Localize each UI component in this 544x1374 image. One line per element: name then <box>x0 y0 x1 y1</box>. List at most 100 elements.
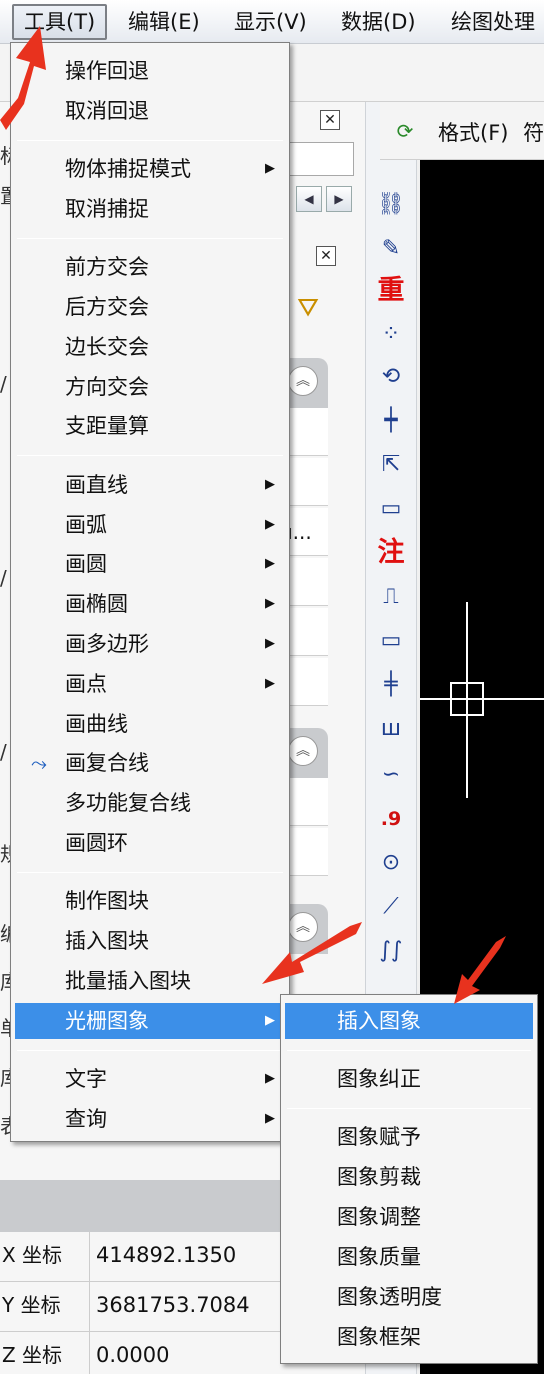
menu-item[interactable]: 图象纠正 <box>285 1061 533 1097</box>
property-value[interactable]: 414892.1350 <box>96 1232 236 1282</box>
property-row: Z 坐标 0.0000 <box>0 1332 280 1374</box>
submenu-arrow-icon: ▶ <box>265 1012 275 1028</box>
submenu-arrow-icon: ▶ <box>265 476 275 492</box>
menu-edit[interactable]: 编辑(E) <box>128 4 200 40</box>
menu-item[interactable]: 图象剪裁 <box>285 1159 533 1195</box>
menu-item[interactable]: 画直线 ▶ <box>15 467 285 503</box>
submenu-arrow-icon: ▶ <box>265 1110 275 1126</box>
link-icon[interactable]: ⛓ <box>374 188 408 222</box>
collapse-icon[interactable]: ︽ <box>288 366 318 396</box>
refresh-icon[interactable]: ⟳ <box>390 116 420 146</box>
menu-item[interactable]: 多功能复合线 <box>15 785 285 821</box>
property-value[interactable]: 0.0000 <box>96 1332 169 1374</box>
menu-data[interactable]: 数据(D) <box>341 4 416 40</box>
menu-item-label: 物体捕捉模式 <box>65 157 191 182</box>
menu-item[interactable]: ⤳ 画复合线 <box>15 745 285 781</box>
collapse-icon[interactable]: ︽ <box>288 912 318 942</box>
menu-item-label: 画圆环 <box>65 830 128 855</box>
property-row: X 坐标 414892.1350 <box>0 1232 280 1282</box>
scroll-right-icon[interactable]: ▶ <box>326 186 352 212</box>
menu-tools[interactable]: 工具(T) <box>12 4 108 40</box>
menu-item-label: 边长交会 <box>65 334 149 359</box>
menu-separator <box>17 1049 283 1051</box>
menu-item-label: 画圆 <box>65 552 107 577</box>
menu-item[interactable]: 图象质量 <box>285 1239 533 1275</box>
menu-item[interactable]: 取消回退 <box>15 93 285 129</box>
menu-view[interactable]: 显示(V) <box>234 4 307 40</box>
menu-item[interactable]: 画点 ▶ <box>15 666 285 702</box>
menu-item[interactable]: 图象赋予 <box>285 1119 533 1155</box>
menu-item[interactable]: 制作图块 <box>15 883 285 919</box>
crosshair-bar-icon[interactable]: ┿ <box>374 404 408 438</box>
menu-item[interactable]: 方向交会 <box>15 369 285 405</box>
close-icon[interactable]: ✕ <box>316 246 336 266</box>
menu-item[interactable]: 画多边形 ▶ <box>15 626 285 662</box>
menu-item-label: 画直线 <box>65 472 128 497</box>
rail-icon[interactable]: ╪ <box>374 668 408 702</box>
menu-item[interactable]: 后方交会 <box>15 289 285 325</box>
property-row: Y 坐标 3681753.7084 <box>0 1282 280 1332</box>
heavy-icon[interactable]: 重 <box>374 274 408 308</box>
rectangle-icon[interactable]: ▭ <box>374 624 408 658</box>
property-value[interactable]: 3681753.7084 <box>96 1282 250 1332</box>
points-grid-icon[interactable]: ⁘ <box>374 318 408 352</box>
menu-item[interactable]: 文字 ▶ <box>15 1061 285 1097</box>
menu-item[interactable]: 画圆 ▶ <box>15 546 285 582</box>
property-label: Z 坐标 <box>0 1332 90 1374</box>
format-toolbar: ⟳ 格式(F) 符 <box>380 102 544 160</box>
scroll-left-icon[interactable]: ◀ <box>296 186 322 212</box>
curve-icon[interactable]: ∽ <box>374 758 408 792</box>
submenu-arrow-icon: ▶ <box>265 516 275 532</box>
menu-item-label: 图象框架 <box>337 1325 421 1349</box>
panel-input[interactable] <box>282 142 354 176</box>
property-label: Y 坐标 <box>0 1282 90 1332</box>
menu-item[interactable]: 查询 ▶ <box>15 1101 285 1137</box>
collapse-icon[interactable]: ︽ <box>288 736 318 766</box>
menu-item[interactable]: 画椭圆 ▶ <box>15 586 285 622</box>
wave-icon[interactable]: ∫∫ <box>374 934 408 968</box>
menu-item-label: 取消回退 <box>65 98 149 123</box>
menu-item[interactable]: 图象框架 <box>285 1319 533 1355</box>
menu-item[interactable]: 插入图象 <box>285 1003 533 1039</box>
menu-item[interactable]: 物体捕捉模式 ▶ <box>15 151 285 187</box>
menu-item[interactable]: 批量插入图块 <box>15 963 285 999</box>
menu-item[interactable]: 图象透明度 <box>285 1279 533 1315</box>
format-menu[interactable]: 格式(F) 符 <box>438 117 544 147</box>
circle-dot-icon[interactable]: ⊙ <box>374 846 408 880</box>
menu-item-label: 方向交会 <box>65 374 149 399</box>
step-icon[interactable]: ⎍ <box>374 580 408 614</box>
rotate-icon[interactable]: ⟲ <box>374 360 408 394</box>
decimal-icon[interactable]: .9 <box>374 802 408 836</box>
submenu-arrow-icon: ▶ <box>265 635 275 651</box>
menu-item[interactable]: 画曲线 <box>15 706 285 742</box>
menu-item[interactable]: 操作回退 <box>15 53 285 89</box>
menu-item-label: 取消捕捉 <box>65 196 149 221</box>
menu-item[interactable]: 图象调整 <box>285 1199 533 1235</box>
menu-item[interactable]: 边长交会 <box>15 329 285 365</box>
ruler-icon[interactable]: ▭ <box>374 492 408 526</box>
menu-item-label: 画点 <box>65 671 107 696</box>
menu-item[interactable]: 前方交会 <box>15 249 285 285</box>
menu-separator <box>17 237 283 239</box>
menu-item[interactable]: 画圆环 <box>15 825 285 861</box>
close-icon[interactable]: ✕ <box>320 110 340 130</box>
submenu-arrow-icon: ▶ <box>265 161 275 177</box>
note-icon[interactable]: 注 <box>374 536 408 570</box>
menu-item-label: 光栅图象 <box>65 1008 149 1033</box>
edit-icon[interactable]: ✎ <box>374 232 408 266</box>
menu-item[interactable]: 光栅图象 ▶ <box>15 1002 285 1039</box>
menu-item[interactable]: 画弧 ▶ <box>15 507 285 543</box>
menu-drawing[interactable]: 绘图处理 <box>451 4 535 40</box>
comb-icon[interactable]: ш <box>374 712 408 746</box>
menu-item-label: 画椭圆 <box>65 592 128 617</box>
menu-separator <box>287 1108 531 1109</box>
menu-item-label: 图象剪裁 <box>337 1165 421 1189</box>
menu-item-label: 前方交会 <box>65 255 149 280</box>
menu-item[interactable]: 支距量算 <box>15 408 285 444</box>
line-icon[interactable]: ⟋ <box>374 890 408 924</box>
menu-item-label: 文字 <box>65 1066 107 1091</box>
filter-icon[interactable]: ⛛ <box>288 288 328 328</box>
menu-item[interactable]: 插入图块 <box>15 923 285 959</box>
axis-icon[interactable]: ⇱ <box>374 448 408 482</box>
menu-item[interactable]: 取消捕捉 <box>15 191 285 227</box>
